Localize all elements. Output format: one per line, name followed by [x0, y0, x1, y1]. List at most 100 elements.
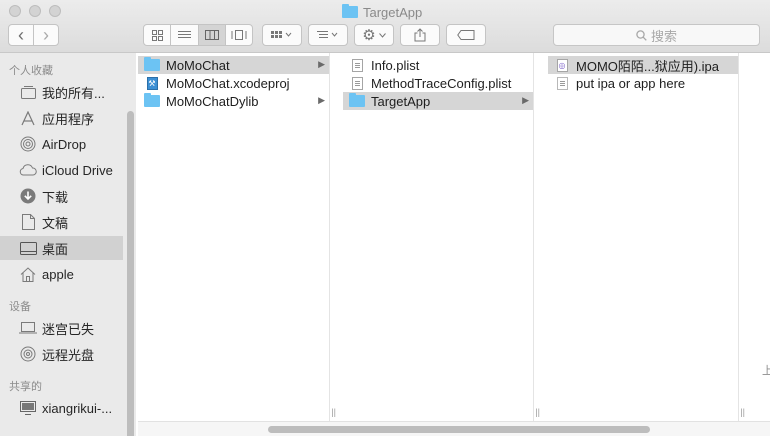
search-field[interactable]: 搜索	[553, 24, 760, 46]
cover-flow-icon	[231, 30, 247, 40]
zoom-button[interactable]	[49, 5, 61, 17]
chevron-right-icon: ›	[43, 25, 49, 45]
close-button[interactable]	[9, 5, 21, 17]
sidebar-item-label: iCloud Drive	[42, 162, 113, 178]
sidebar-item-applications[interactable]: 应用程序	[0, 106, 123, 130]
column-2: Info.plist MethodTraceConfig.plist Targe…	[343, 53, 540, 421]
horizontal-scroll-thumb[interactable]	[268, 426, 650, 433]
folder-icon	[342, 4, 358, 18]
folder-icon	[144, 93, 160, 108]
list-icon	[177, 31, 191, 38]
horizontal-scrollbar[interactable]	[138, 421, 770, 436]
list-item-label: put ipa or app here	[576, 75, 686, 91]
share-button[interactable]	[400, 24, 440, 46]
list-item-targetapp[interactable]: TargetApp ▶	[343, 92, 533, 110]
cover-flow-button[interactable]	[226, 25, 252, 45]
back-button[interactable]: ‹	[9, 25, 34, 45]
column-resize-handle[interactable]: ||	[331, 407, 336, 417]
sidebar-item-home[interactable]: apple	[0, 262, 123, 286]
columns-icon	[204, 30, 219, 40]
sidebar-item-all-files[interactable]: 我的所有...	[0, 80, 123, 104]
minimize-button[interactable]	[29, 5, 41, 17]
list-item-label: MethodTraceConfig.plist	[371, 75, 512, 91]
shared-header: 共享的	[9, 381, 42, 393]
edge-text: 上	[762, 365, 770, 377]
sidebar-item-desktop[interactable]: 桌面	[0, 236, 123, 260]
applications-icon	[16, 110, 40, 126]
group-button[interactable]	[308, 24, 348, 46]
grid-icon	[151, 29, 163, 41]
sidebar-item-airdrop[interactable]: AirDrop	[0, 132, 123, 156]
list-view-button[interactable]	[171, 25, 199, 45]
favorites-header: 个人收藏	[9, 65, 53, 77]
sidebar-item-downloads[interactable]: 下载	[0, 184, 123, 208]
tag-icon	[457, 30, 475, 40]
airdrop-icon	[16, 136, 40, 152]
sidebar-item-label: 文稿	[42, 215, 69, 231]
disclosure-arrow-icon: ▶	[522, 95, 529, 105]
computer-icon	[16, 401, 40, 415]
search-icon	[636, 29, 647, 41]
desktop-icon	[16, 241, 40, 255]
toolbar: TargetApp ‹ › ⚙ 搜索	[0, 0, 770, 53]
sidebar-item-label: 桌面	[42, 241, 69, 257]
action-button[interactable]: ⚙	[354, 24, 394, 46]
list-item-methodtrace-plist[interactable]: MethodTraceConfig.plist	[343, 74, 533, 92]
folder-icon	[349, 93, 365, 108]
sidebar-item-label: xiangrikui-...	[42, 400, 113, 416]
column-1: MoMoChat ▶ ⚒ MoMoChat.xcodeproj MoMoChat…	[138, 53, 336, 421]
sidebar-item-documents[interactable]: 文稿	[0, 210, 123, 234]
sidebar-item-label: 下载	[42, 189, 69, 205]
icon-view-button[interactable]	[144, 25, 172, 45]
plist-icon	[349, 58, 365, 72]
list-item-label: MoMoChat	[166, 57, 230, 73]
column-resize-handle[interactable]: ||	[535, 407, 540, 417]
sidebar-item-shared-computer[interactable]: xiangrikui-...	[0, 396, 123, 420]
share-icon	[414, 28, 426, 42]
list-item-label: Info.plist	[371, 57, 420, 73]
devices-header: 设备	[9, 301, 31, 313]
laptop-icon	[16, 322, 40, 334]
list-item-placeholder-file[interactable]: put ipa or app here	[548, 74, 738, 92]
home-icon	[16, 266, 40, 282]
sidebar-item-label: 应用程序	[42, 111, 95, 127]
search-placeholder: 搜索	[650, 28, 677, 44]
ipa-file-icon: ◎	[554, 58, 570, 72]
sidebar-item-label: 远程光盘	[42, 347, 95, 363]
sidebar-item-icloud-drive[interactable]: iCloud Drive	[0, 158, 123, 182]
sidebar-item-label: 迷宫已失	[42, 321, 95, 337]
list-item-label: MoMoChatDylib	[166, 93, 259, 109]
arrange-button[interactable]	[262, 24, 302, 46]
sidebar-item-remote-disc[interactable]: 远程光盘	[0, 342, 123, 366]
column-resize-handle[interactable]: ||	[740, 407, 745, 417]
all-files-icon	[16, 85, 40, 99]
list-item-xcodeproj[interactable]: ⚒ MoMoChat.xcodeproj	[138, 74, 329, 92]
sidebar-scrollbar[interactable]	[127, 111, 134, 436]
disclosure-arrow-icon: ▶	[318, 59, 325, 69]
list-item-label: MoMoChat.xcodeproj	[166, 75, 290, 91]
sidebar-item-label: 我的所有...	[42, 85, 105, 101]
disclosure-arrow-icon: ▶	[318, 95, 325, 105]
list-item-ipa-file[interactable]: ◎ MOMO陌陌...狱应用).ipa	[548, 56, 738, 74]
documents-icon	[16, 214, 40, 230]
list-item-momochatdylib[interactable]: MoMoChatDylib ▶	[138, 92, 329, 110]
forward-button[interactable]: ›	[34, 25, 58, 45]
downloads-icon	[16, 188, 40, 204]
tags-button[interactable]	[446, 24, 486, 46]
column-3: ◎ MOMO陌陌...狱应用).ipa put ipa or app here …	[548, 53, 745, 421]
list-item-momochat[interactable]: MoMoChat ▶	[138, 56, 329, 74]
disc-icon	[16, 346, 40, 362]
list-item-label: MOMO陌陌...狱应用).ipa	[576, 58, 720, 74]
window-title-label: TargetApp	[363, 4, 423, 20]
column-view-button[interactable]	[198, 25, 226, 45]
sidebar-item-laptop[interactable]: 迷宫已失	[0, 316, 123, 340]
folder-icon	[144, 57, 160, 72]
blank-file-icon	[554, 76, 570, 90]
group-icon	[317, 31, 338, 38]
sidebar-item-label: AirDrop	[42, 136, 87, 152]
sidebar: 个人收藏 我的所有... 应用程序 AirDrop iCloud Drive 下…	[0, 53, 136, 436]
window-title: TargetApp	[342, 3, 422, 21]
xcodeproj-icon: ⚒	[146, 76, 158, 90]
list-item-info-plist[interactable]: Info.plist	[343, 56, 533, 74]
arrange-icon	[271, 31, 292, 38]
